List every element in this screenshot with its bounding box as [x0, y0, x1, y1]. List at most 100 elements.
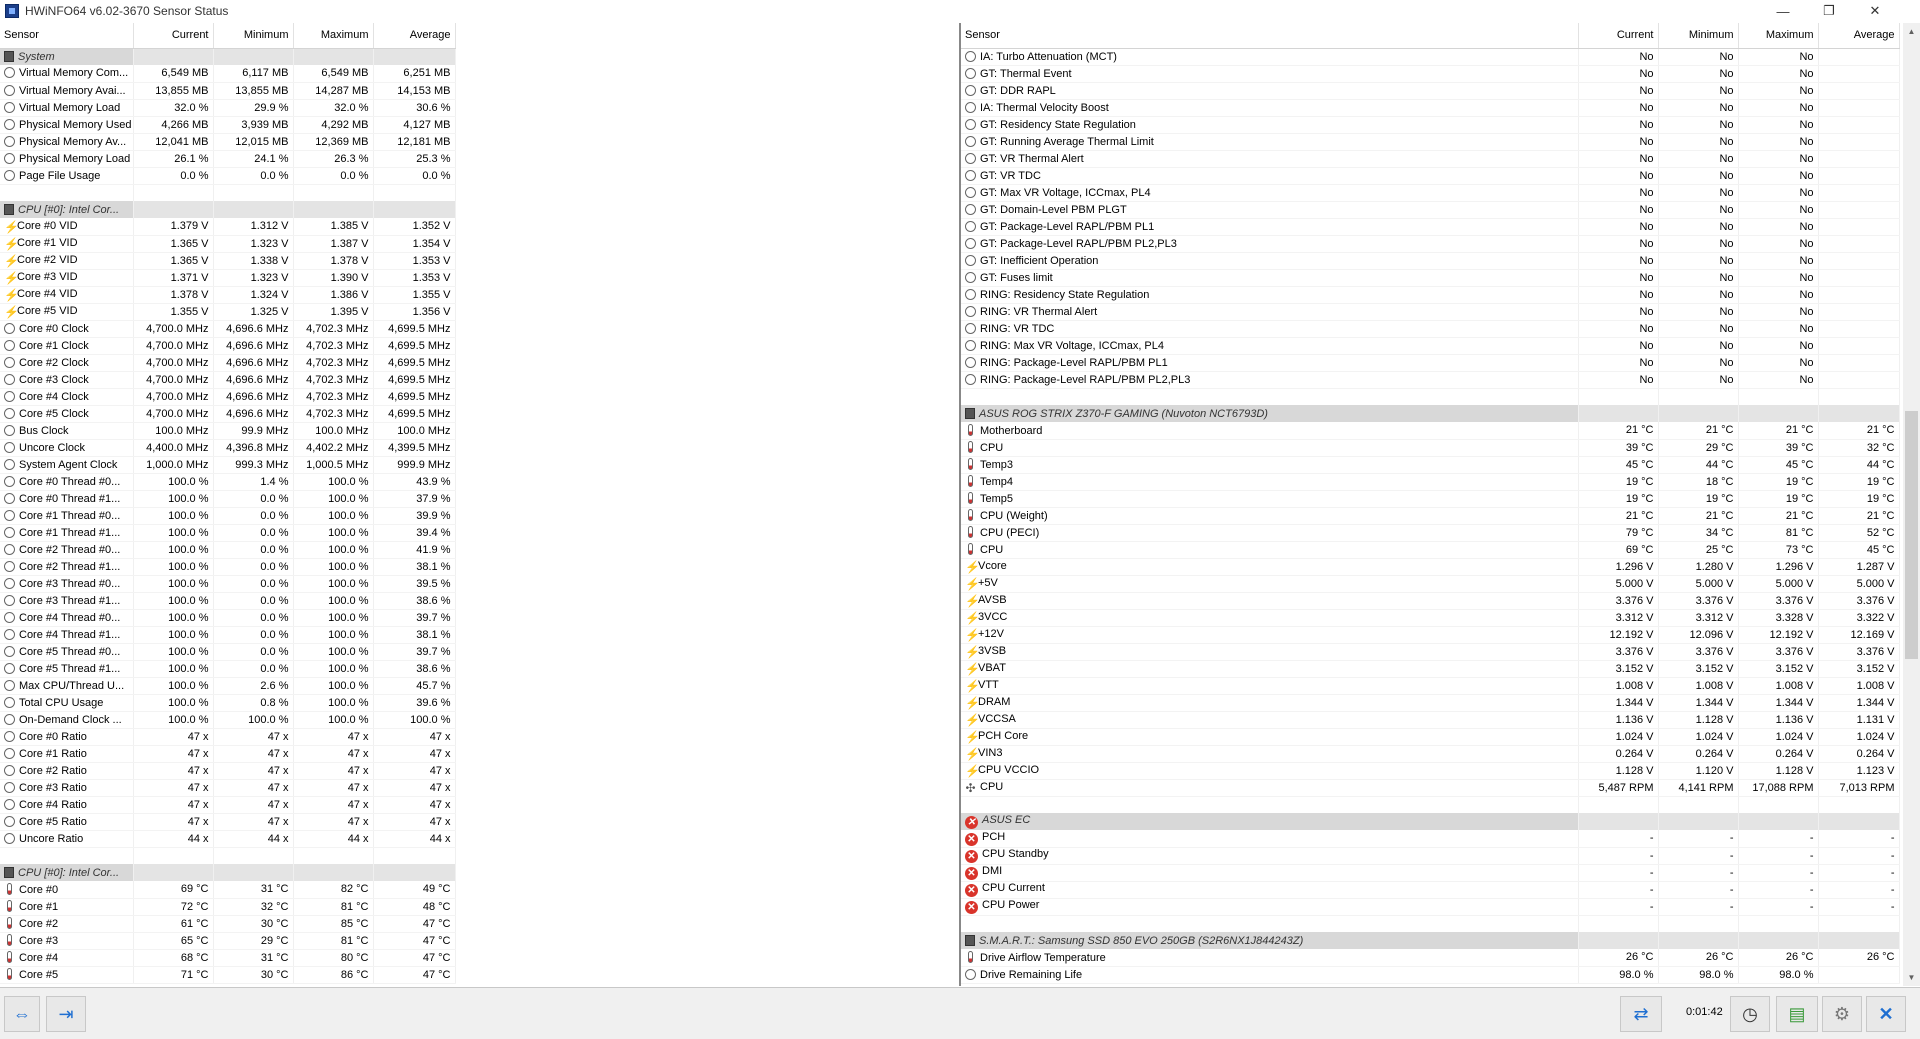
- sensor-row[interactable]: ⚡+5V 5.000 V 5.000 V 5.000 V 5.000 V: [961, 575, 1900, 593]
- sensor-row[interactable]: ⚡3VSB 3.376 V 3.376 V 3.376 V 3.376 V: [961, 643, 1900, 661]
- sensor-row[interactable]: GT: Domain-Level PBM PLGT No No No: [961, 201, 1900, 219]
- sensor-row[interactable]: On-Demand Clock ... 100.0 % 100.0 % 100.0 %…: [0, 711, 456, 729]
- sensor-row[interactable]: ⚡VCCSA 1.136 V 1.128 V 1.136 V 1.131 V: [961, 711, 1900, 729]
- sensor-row[interactable]: Core #4 Clock 4,700.0 MHz 4,696.6 MHz 4,702…: [0, 388, 456, 406]
- sensor-row[interactable]: Core #3 Clock 4,700.0 MHz 4,696.6 MHz 4,702…: [0, 371, 456, 389]
- sensor-row[interactable]: Core #0 Thread #0... 100.0 % 1.4 % 100.0 % 4…: [0, 473, 456, 491]
- sensor-row[interactable]: RING: Residency State Regulation No No No: [961, 286, 1900, 304]
- sensor-row[interactable]: RING: VR Thermal Alert No No No: [961, 303, 1900, 321]
- sensor-group-header[interactable]: ✕ ASUS EC: [961, 813, 1900, 830]
- sensor-row[interactable]: System Agent Clock 1,000.0 MHz 999.3 MHz 1,…: [0, 456, 456, 474]
- sensor-row[interactable]: Core #4 Ratio 47 x 47 x 47 x 47 x: [0, 796, 456, 814]
- sensor-row[interactable]: Core #4 Thread #1... 100.0 % 0.0 % 100.0 % 3…: [0, 626, 456, 644]
- sensor-row[interactable]: GT: Max VR Voltage, ICCmax, PL4 No No No: [961, 184, 1900, 202]
- right-sensor-pane[interactable]: Sensor Current Minimum Maximum Average I…: [960, 23, 1900, 986]
- sensor-row[interactable]: ⚡AVSB 3.376 V 3.376 V 3.376 V 3.376 V: [961, 592, 1900, 610]
- sensor-row[interactable]: Uncore Ratio 44 x 44 x 44 x 44 x: [0, 830, 456, 848]
- sensor-row[interactable]: Core #4 68 °C 31 °C 80 °C 47 °C: [0, 949, 456, 967]
- sensor-row[interactable]: Max CPU/Thread U... 100.0 % 2.6 % 100.0 % 45…: [0, 677, 456, 695]
- sensor-row[interactable]: CPU (Weight) 21 °C 21 °C 21 °C 21 °C: [961, 507, 1900, 525]
- sensor-row[interactable]: GT: VR Thermal Alert No No No: [961, 150, 1900, 168]
- sensor-row[interactable]: Page File Usage 0.0 % 0.0 % 0.0 % 0.0 %: [0, 167, 456, 185]
- sensor-row[interactable]: ✣ CPU 5,487 RPM 4,141 RPM 17,088 RPM 7,013 RP…: [961, 779, 1900, 797]
- column-header-sensor[interactable]: Sensor: [961, 23, 1579, 49]
- sensor-row[interactable]: Core #0 Thread #1... 100.0 % 0.0 % 100.0 % 3…: [0, 490, 456, 508]
- network-sync-button[interactable]: ⇄: [1620, 996, 1662, 1032]
- settings-button[interactable]: ⚙: [1822, 996, 1862, 1032]
- sensor-row[interactable]: ⚡Core #2 VID 1.365 V 1.338 V 1.378 V 1.353 V: [0, 252, 456, 270]
- sensor-row[interactable]: Core #1 Thread #1... 100.0 % 0.0 % 100.0 % 3…: [0, 524, 456, 542]
- sensor-row[interactable]: Bus Clock 100.0 MHz 99.9 MHz 100.0 MHz 100.0…: [0, 422, 456, 440]
- sensor-row[interactable]: GT: Inefficient Operation No No No: [961, 252, 1900, 270]
- column-header-minimum[interactable]: Minimum: [1658, 23, 1739, 49]
- sensor-row[interactable]: ⚡Core #1 VID 1.365 V 1.323 V 1.387 V 1.354 V: [0, 235, 456, 253]
- sensor-row[interactable]: IA: Turbo Attenuation (MCT) No No No: [961, 48, 1900, 66]
- sensor-row[interactable]: Physical Memory Used 4,266 MB 3,939 MB 4,29…: [0, 116, 456, 134]
- collapse-columns-button[interactable]: ⇥: [46, 996, 86, 1032]
- sensor-row[interactable]: ⚡VTT 1.008 V 1.008 V 1.008 V 1.008 V: [961, 677, 1900, 695]
- column-header-maximum[interactable]: Maximum: [1738, 23, 1819, 49]
- sensor-row[interactable]: Core #1 Thread #0... 100.0 % 0.0 % 100.0 % 3…: [0, 507, 456, 525]
- column-header-sensor[interactable]: Sensor: [0, 23, 134, 49]
- sensor-row[interactable]: Core #3 Ratio 47 x 47 x 47 x 47 x: [0, 779, 456, 797]
- sensor-row[interactable]: GT: DDR RAPL No No No: [961, 82, 1900, 100]
- sensor-row[interactable]: Core #1 Clock 4,700.0 MHz 4,696.6 MHz 4,702…: [0, 337, 456, 355]
- sensor-row[interactable]: ⚡Core #5 VID 1.355 V 1.325 V 1.395 V 1.356 V: [0, 303, 456, 321]
- sensor-row[interactable]: Core #0 Clock 4,700.0 MHz 4,696.6 MHz 4,702…: [0, 320, 456, 338]
- sensor-row[interactable]: Core #3 Thread #0... 100.0 % 0.0 % 100.0 % 3…: [0, 575, 456, 593]
- sensor-row[interactable]: IA: Thermal Velocity Boost No No No: [961, 99, 1900, 117]
- sensor-row[interactable]: Drive Airflow Temperature 26 °C 26 °C 26 °C…: [961, 949, 1900, 967]
- sensor-row[interactable]: Core #3 Thread #1... 100.0 % 0.0 % 100.0 % 3…: [0, 592, 456, 610]
- sensor-row[interactable]: Uncore Clock 4,400.0 MHz 4,396.8 MHz 4,402.…: [0, 439, 456, 457]
- sensor-row[interactable]: GT: Thermal Event No No No: [961, 65, 1900, 83]
- sensor-row[interactable]: Core #2 Thread #1... 100.0 % 0.0 % 100.0 % 3…: [0, 558, 456, 576]
- vertical-scrollbar[interactable]: ▲ ▼: [1903, 23, 1920, 986]
- sensor-row[interactable]: ⚡Vcore 1.296 V 1.280 V 1.296 V 1.287 V: [961, 558, 1900, 576]
- sensor-group-header[interactable]: CPU [#0]: Intel Cor...: [0, 864, 456, 881]
- sensor-row[interactable]: Core #3 65 °C 29 °C 81 °C 47 °C: [0, 932, 456, 950]
- sensor-row[interactable]: ⚡VBAT 3.152 V 3.152 V 3.152 V 3.152 V: [961, 660, 1900, 678]
- sensor-row[interactable]: Temp4 19 °C 18 °C 19 °C 19 °C: [961, 473, 1900, 491]
- sensor-row[interactable]: CPU 69 °C 25 °C 73 °C 45 °C: [961, 541, 1900, 559]
- sensor-row[interactable]: ✕ CPU Current - - - -: [961, 881, 1900, 899]
- sensor-row[interactable]: Core #5 Thread #0... 100.0 % 0.0 % 100.0 % 3…: [0, 643, 456, 661]
- column-header-average[interactable]: Average: [373, 23, 456, 49]
- sensor-row[interactable]: Core #2 61 °C 30 °C 85 °C 47 °C: [0, 915, 456, 933]
- sensor-row[interactable]: Physical Memory Av... 12,041 MB 12,015 MB 1…: [0, 133, 456, 151]
- sensor-row[interactable]: ✕ CPU Standby - - - -: [961, 847, 1900, 865]
- sensor-row[interactable]: Virtual Memory Avai... 13,855 MB 13,855 MB…: [0, 82, 456, 100]
- sensor-row[interactable]: GT: Residency State Regulation No No No: [961, 116, 1900, 134]
- scrollbar-thumb[interactable]: [1905, 411, 1918, 659]
- sensor-row[interactable]: Virtual Memory Com... 6,549 MB 6,117 MB 6,5…: [0, 65, 456, 83]
- sensor-row[interactable]: Total CPU Usage 100.0 % 0.8 % 100.0 % 39.6 %: [0, 694, 456, 712]
- sensor-row[interactable]: RING: VR TDC No No No: [961, 320, 1900, 338]
- column-header-average[interactable]: Average: [1818, 23, 1900, 49]
- navigate-arrows-button[interactable]: ⇔: [4, 996, 40, 1032]
- left-sensor-pane[interactable]: Sensor Current Minimum Maximum Average S…: [0, 23, 960, 986]
- sensor-row[interactable]: ⚡Core #3 VID 1.371 V 1.323 V 1.390 V 1.353 V: [0, 269, 456, 287]
- sensor-row[interactable]: GT: VR TDC No No No: [961, 167, 1900, 185]
- sensor-row[interactable]: RING: Package-Level RAPL/PBM PL1 No No No: [961, 354, 1900, 372]
- sensor-row[interactable]: Core #2 Clock 4,700.0 MHz 4,696.6 MHz 4,702…: [0, 354, 456, 372]
- sensor-row[interactable]: Core #2 Ratio 47 x 47 x 47 x 47 x: [0, 762, 456, 780]
- sensor-row[interactable]: Motherboard 21 °C 21 °C 21 °C 21 °C: [961, 422, 1900, 440]
- sensor-row[interactable]: Core #0 69 °C 31 °C 82 °C 49 °C: [0, 881, 456, 899]
- sensor-row[interactable]: ✕ CPU Power - - - -: [961, 898, 1900, 916]
- minimize-button[interactable]: —: [1760, 0, 1806, 22]
- sensor-row[interactable]: Drive Remaining Life 98.0 % 98.0 % 98.0 %: [961, 966, 1900, 984]
- sensor-row[interactable]: ✕ PCH - - - -: [961, 830, 1900, 848]
- sensor-row[interactable]: ✕ DMI - - - -: [961, 864, 1900, 882]
- sensor-row[interactable]: RING: Max VR Voltage, ICCmax, PL4 No No No: [961, 337, 1900, 355]
- sensor-group-header[interactable]: System: [0, 48, 456, 65]
- sensor-row[interactable]: ⚡VIN3 0.264 V 0.264 V 0.264 V 0.264 V: [961, 745, 1900, 763]
- sensor-group-header[interactable]: ASUS ROG STRIX Z370-F GAMING (Nuvoton NC…: [961, 405, 1900, 422]
- sensor-group-header[interactable]: CPU [#0]: Intel Cor...: [0, 201, 456, 218]
- sensor-row[interactable]: Core #1 72 °C 32 °C 81 °C 48 °C: [0, 898, 456, 916]
- sensor-row[interactable]: ⚡3VCC 3.312 V 3.312 V 3.328 V 3.322 V: [961, 609, 1900, 627]
- sensor-row[interactable]: Virtual Memory Load 32.0 % 29.9 % 32.0 % 30.…: [0, 99, 456, 117]
- column-header-minimum[interactable]: Minimum: [213, 23, 294, 49]
- sensor-row[interactable]: Core #0 Ratio 47 x 47 x 47 x 47 x: [0, 728, 456, 746]
- sensor-row[interactable]: Core #2 Thread #0... 100.0 % 0.0 % 100.0 % 4…: [0, 541, 456, 559]
- sensor-row[interactable]: RING: Package-Level RAPL/PBM PL2,PL3 No No…: [961, 371, 1900, 389]
- sensor-row[interactable]: GT: Package-Level RAPL/PBM PL1 No No No: [961, 218, 1900, 236]
